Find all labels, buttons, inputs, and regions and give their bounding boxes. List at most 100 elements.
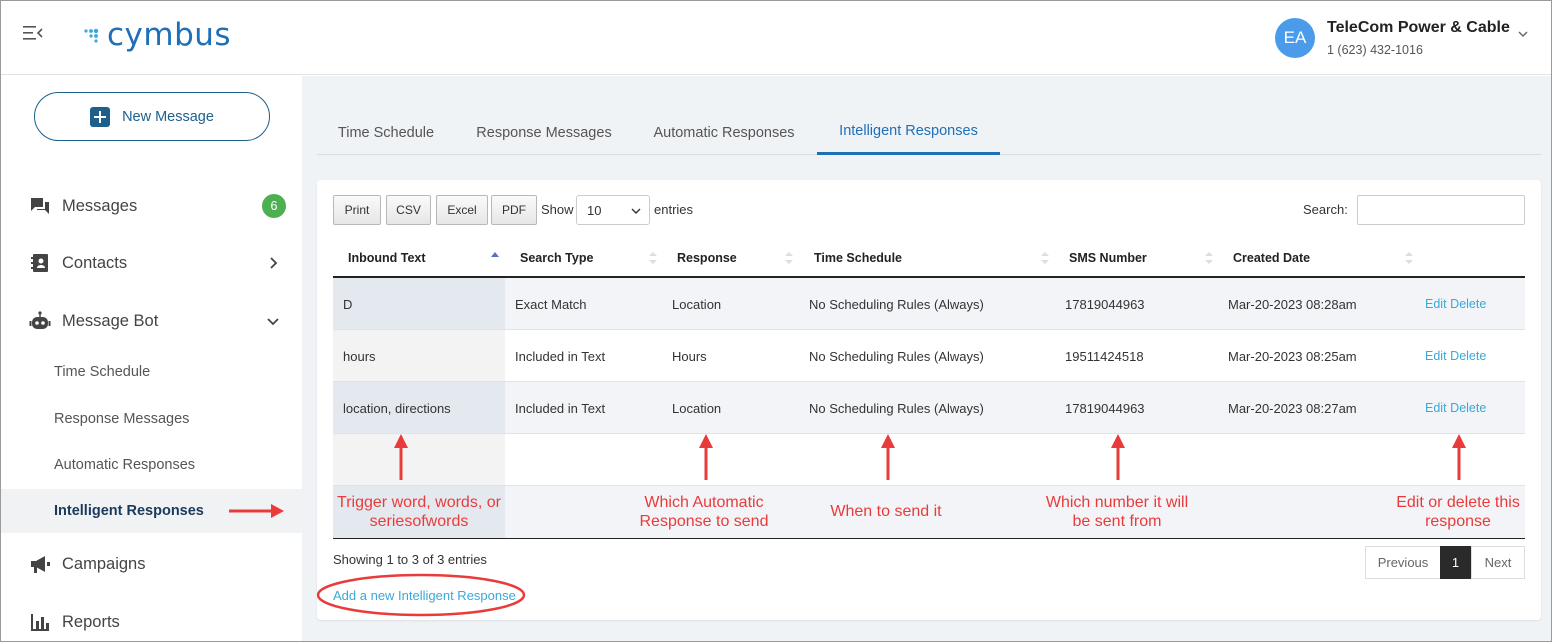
robot-icon [29,311,51,329]
cell-time-schedule: No Scheduling Rules (Always) [809,296,984,312]
menu-toggle-icon[interactable] [23,25,43,41]
delete-link[interactable]: Delete [1450,297,1486,311]
annotation-response-text: Which Automatic Response to send [639,494,769,530]
add-intelligent-response-link[interactable]: Add a new Intelligent Response [333,588,516,603]
megaphone-icon [31,556,50,573]
bar-chart-icon [31,614,49,631]
new-message-button[interactable]: New Message [34,92,270,141]
sidebar-item-messages[interactable]: Messages 6 [1,182,302,230]
entries-select[interactable]: 10 [576,195,650,225]
sidebar-item-message-bot[interactable]: Message Bot [1,297,302,345]
top-header: cymbus EA TeleCom Power & Cable 1 (623) … [1,1,1551,75]
sidebar-subitem-automatic-responses[interactable]: Automatic Responses [1,443,302,487]
cell-search-type: Exact Match [515,296,587,312]
annotation-edit-delete-text: Edit or delete this response [1396,494,1520,530]
show-label: Show [541,202,574,217]
sidebar-item-label: Campaigns [62,554,146,573]
tab-response-messages[interactable]: Response Messages [455,110,633,155]
column-header-time-schedule[interactable]: Time Schedule [814,238,902,278]
cell-inbound-text: D [343,296,353,312]
chevron-down-icon[interactable] [1517,29,1529,39]
responses-table: Inbound Text Search Type Response Time S… [333,238,1525,539]
pdf-button[interactable]: PDF [491,195,537,225]
cymbus-logo[interactable]: cymbus [83,15,231,55]
sort-icon[interactable] [649,251,657,265]
sidebar: New Message Messages 6 Contacts Message … [1,76,302,641]
sidebar-item-label: Reports [62,612,120,631]
cell-sms-number: 19511424518 [1065,348,1144,364]
next-page-button[interactable]: Next [1471,546,1525,579]
column-header-sms-number[interactable]: SMS Number [1069,238,1147,278]
search-input[interactable] [1357,195,1525,225]
sort-icon[interactable] [1041,251,1049,265]
annotation-sms-number-text: Which number it will be sent from [1045,494,1189,530]
sidebar-subitem-time-schedule[interactable]: Time Schedule [1,350,302,394]
edit-link[interactable]: Edit [1425,349,1447,363]
logo-text: cymbus [107,17,232,53]
table-row: location, directions Included in Text Lo… [333,382,1525,434]
cell-created-date: Mar-20-2023 08:25am [1228,348,1357,364]
csv-button[interactable]: CSV [386,195,431,225]
cell-inbound-text: hours [343,348,376,364]
annotation-schedule-text: When to send it [830,503,942,520]
table-row: D Exact Match Location No Scheduling Rul… [333,278,1525,330]
page-1-button[interactable]: 1 [1440,546,1471,579]
sidebar-subitem-intelligent-responses[interactable]: Intelligent Responses [1,489,302,533]
sidebar-subitem-label: Response Messages [54,411,190,427]
chevron-down-icon [267,318,279,326]
sidebar-item-label: Message Bot [62,311,159,330]
entries-select-value: 10 [587,202,602,218]
table-header: Inbound Text Search Type Response Time S… [333,238,1525,278]
column-header-response[interactable]: Response [677,238,737,278]
sort-asc-icon[interactable] [491,251,499,265]
column-header-inbound-text[interactable]: Inbound Text [348,238,426,278]
tab-time-schedule[interactable]: Time Schedule [317,110,455,155]
previous-page-button[interactable]: Previous [1365,546,1441,579]
sidebar-item-campaigns[interactable]: Campaigns [1,540,302,588]
cell-response: Location [672,296,722,312]
cell-created-date: Mar-20-2023 08:28am [1228,296,1357,312]
cell-time-schedule: No Scheduling Rules (Always) [809,400,984,416]
cell-sms-number: 17819044963 [1065,400,1145,416]
excel-button[interactable]: Excel [436,195,488,225]
first-cell-bg [333,278,505,329]
logo-dots-icon [84,28,99,43]
account-name: TeleCom Power & Cable [1327,19,1510,36]
sidebar-item-contacts[interactable]: Contacts [1,239,302,287]
cell-search-type: Included in Text [515,400,606,416]
tab-automatic-responses[interactable]: Automatic Responses [633,110,815,155]
search-label: Search: [1303,202,1348,217]
edit-link[interactable]: Edit [1425,401,1447,415]
sidebar-item-label: Messages [62,196,138,215]
entries-label: entries [654,202,694,217]
new-message-label: New Message [122,108,214,125]
main-content: Time Schedule Response Messages Automati… [302,76,1551,641]
annotation-trigger-text: Trigger word, words, or seriesofwords [337,494,501,530]
print-button[interactable]: Print [333,195,381,225]
delete-link[interactable]: Delete [1450,401,1486,415]
unread-badge: 6 [262,194,286,218]
sort-icon[interactable] [785,251,793,265]
column-header-created-date[interactable]: Created Date [1233,238,1310,278]
sidebar-item-label: Contacts [62,253,128,272]
sidebar-item-reports[interactable]: Reports [1,598,302,641]
cell-response: Hours [672,348,707,364]
column-header-search-type[interactable]: Search Type [520,238,593,278]
cell-inbound-text: location, directions [343,400,451,416]
first-cell-bg [333,434,505,485]
tab-intelligent-responses[interactable]: Intelligent Responses [817,110,1000,155]
sort-icon[interactable] [1405,251,1413,265]
sort-icon[interactable] [1205,251,1213,265]
sidebar-subitem-response-messages[interactable]: Response Messages [1,397,302,441]
annotation-row: Trigger word, words, or seriesofwords Wh… [333,486,1525,538]
chevron-right-icon [270,257,278,269]
annotation-arrow-right-icon [229,504,284,518]
avatar[interactable]: EA [1275,18,1315,58]
chat-icon [31,198,49,214]
edit-link[interactable]: Edit [1425,297,1447,311]
cell-created-date: Mar-20-2023 08:27am [1228,400,1357,416]
sidebar-subitem-label: Intelligent Responses [54,503,204,519]
cell-time-schedule: No Scheduling Rules (Always) [809,348,984,364]
annotation-row [333,434,1525,486]
delete-link[interactable]: Delete [1450,349,1486,363]
